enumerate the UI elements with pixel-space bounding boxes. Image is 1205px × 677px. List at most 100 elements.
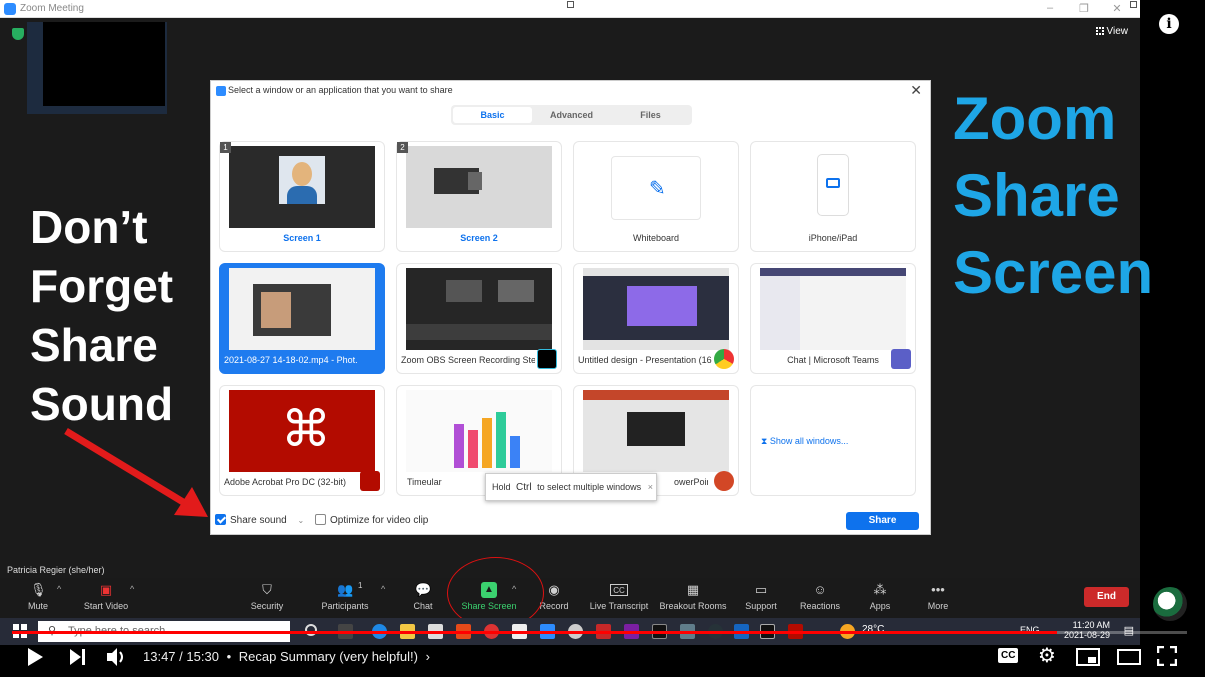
reactions-icon: ☺ <box>813 582 827 597</box>
show-all-windows-link[interactable]: ⧗ Show all windows... <box>761 436 848 447</box>
share-button[interactable]: Share <box>846 512 919 530</box>
share-option-iphone-ipad[interactable]: iPhone/iPad <box>750 141 916 252</box>
tab-files[interactable]: Files <box>611 107 690 123</box>
card-label: 2021-08-27 14-18-02.mp4 - Phot... <box>224 355 358 365</box>
toolbar-label: Breakout Rooms <box>659 601 727 611</box>
more-icon: ••• <box>931 582 945 597</box>
breakout-rooms-button[interactable]: ▦ Breakout Rooms <box>658 580 728 611</box>
miniplayer-icon[interactable] <box>1076 648 1100 666</box>
ctrl-key-label: Ctrl <box>516 482 532 493</box>
cc-icon: CC <box>610 584 628 596</box>
share-option-obs[interactable]: Zoom OBS Screen Recording Ste... <box>396 263 562 374</box>
share-option-photos[interactable]: 2021-08-27 14-18-02.mp4 - Phot... <box>219 263 385 374</box>
share-option-whiteboard[interactable]: ✎ Whiteboard <box>573 141 739 252</box>
caret-up-icon[interactable]: ^ <box>57 584 61 594</box>
view-button[interactable]: View <box>1095 26 1128 37</box>
multi-select-tooltip: Hold Ctrl to select multiple windows × <box>485 473 657 501</box>
tab-advanced[interactable]: Advanced <box>532 107 611 123</box>
dialog-title: Select a window or an application that y… <box>228 85 453 95</box>
more-button[interactable]: ••• More <box>903 580 973 611</box>
share-option-screen-2[interactable]: 2 Screen 2 <box>396 141 562 252</box>
show-all-label: Show all windows... <box>769 436 849 446</box>
info-icon[interactable]: i <box>1159 14 1179 34</box>
checkbox-unchecked-icon[interactable] <box>315 514 326 525</box>
share-option-canva[interactable]: Untitled design - Presentation (16... <box>573 263 739 374</box>
settings-gear-icon[interactable]: ⚙ <box>1038 643 1056 668</box>
share-tabs: Basic Advanced Files <box>451 105 692 125</box>
next-icon[interactable] <box>69 648 87 666</box>
encryption-shield-icon <box>12 28 24 40</box>
chat-icon: 💬 <box>415 582 432 597</box>
canva-thumbnail <box>583 268 729 350</box>
play-icon[interactable] <box>26 647 44 667</box>
close-icon[interactable]: ✕ <box>910 82 922 99</box>
fullscreen-icon[interactable] <box>1157 646 1177 666</box>
share-option-screen-1[interactable]: 1 Screen 1 <box>219 141 385 252</box>
window-title: Zoom Meeting <box>20 3 84 14</box>
overlay-line: Share <box>953 162 1120 229</box>
participants-button[interactable]: 👥 Participants <box>310 580 380 611</box>
overlay-line: Share <box>30 319 158 371</box>
support-icon: ▭ <box>754 582 768 597</box>
zoom-toolbar: 🎙 Mute ^ ▣ Start Video ^ ⛉ Security 👥 Partic… <box>0 578 1140 618</box>
caret-up-icon[interactable]: ^ <box>381 584 385 594</box>
toolbar-label: Chat <box>413 601 433 611</box>
teams-thumbnail <box>760 268 906 350</box>
card-label: Whiteboard <box>632 233 680 243</box>
participant-video-tile[interactable] <box>27 22 167 114</box>
card-label: Screen 1 <box>283 233 321 243</box>
end-meeting-button[interactable]: End <box>1084 587 1129 607</box>
tooltip-text: Hold <box>492 482 511 492</box>
screen-2-thumbnail <box>406 146 552 228</box>
video-off-icon: ▣ <box>99 582 113 597</box>
chevron-right-icon[interactable]: › <box>426 649 430 664</box>
zoom-dialog-icon <box>216 86 226 96</box>
share-sound-label: Share sound <box>230 515 287 526</box>
mute-button[interactable]: 🎙 Mute <box>3 580 73 611</box>
powerpoint-icon <box>714 471 734 491</box>
overlay-caption-right: Zoom Share Screen <box>953 80 1153 311</box>
chevron-down-icon[interactable]: ⌄ <box>298 516 305 525</box>
overlay-caption-left: Don’t Forget Share Sound <box>30 198 173 434</box>
volume-icon[interactable] <box>105 646 127 668</box>
subscribe-watermark-icon[interactable] <box>1153 587 1187 621</box>
captions-icon[interactable]: CC <box>998 648 1019 663</box>
progress-bar[interactable] <box>12 631 1187 634</box>
zoom-obs-icon <box>537 349 557 369</box>
share-option-teams[interactable]: Chat | Microsoft Teams <box>750 263 916 374</box>
grid-view-icon <box>1095 27 1104 35</box>
tooltip-close-icon[interactable]: × <box>648 474 653 500</box>
live-transcript-button[interactable]: CC Live Transcript <box>584 580 654 611</box>
close-window-icon[interactable]: ✕ <box>1110 2 1124 15</box>
share-screen-dialog: Select a window or an application that y… <box>210 80 931 535</box>
minimize-icon[interactable]: – <box>1043 2 1057 14</box>
overlay-line: Don’t <box>30 201 148 253</box>
expand-icon: ⧗ <box>761 436 770 446</box>
chapter-title[interactable]: Recap Summary (very helpful!) <box>239 649 418 664</box>
optimize-video-checkbox[interactable]: Optimize for video clip <box>315 514 428 526</box>
restore-icon[interactable]: ❐ <box>1077 2 1091 15</box>
participant-count: 1 <box>358 581 363 590</box>
timeular-thumbnail <box>406 390 552 472</box>
youtube-player[interactable]: Zoom Meeting – ❐ ✕ View Don’t Forget Sha… <box>0 0 1205 677</box>
card-label: Chat | Microsoft Teams <box>787 355 879 365</box>
participants-icon: 👥 <box>337 582 354 597</box>
share-option-acrobat[interactable]: ⌘ Adobe Acrobat Pro DC (32-bit) <box>219 385 385 496</box>
selection-handle[interactable] <box>567 1 574 8</box>
overlay-line: Forget <box>30 260 174 312</box>
share-sound-checkbox[interactable]: Share sound ⌄ <box>215 514 304 526</box>
security-button[interactable]: ⛉ Security <box>232 580 302 611</box>
tooltip-text: to select multiple windows <box>537 482 642 492</box>
share-option-show-all[interactable]: ⧗ Show all windows... <box>750 385 916 496</box>
task-view-icon[interactable] <box>305 624 317 636</box>
toolbar-label: Support <box>745 601 777 611</box>
bullet-separator: • <box>226 649 232 664</box>
selection-handle[interactable] <box>1130 1 1137 8</box>
theater-mode-icon[interactable] <box>1117 649 1141 665</box>
toolbar-label: Security <box>250 601 284 611</box>
caret-up-icon[interactable]: ^ <box>130 584 134 594</box>
whiteboard-thumbnail: ✎ <box>583 146 729 228</box>
tab-basic[interactable]: Basic <box>453 107 532 123</box>
checkbox-checked-icon[interactable] <box>215 514 226 525</box>
toolbar-label: Apps <box>869 601 891 611</box>
